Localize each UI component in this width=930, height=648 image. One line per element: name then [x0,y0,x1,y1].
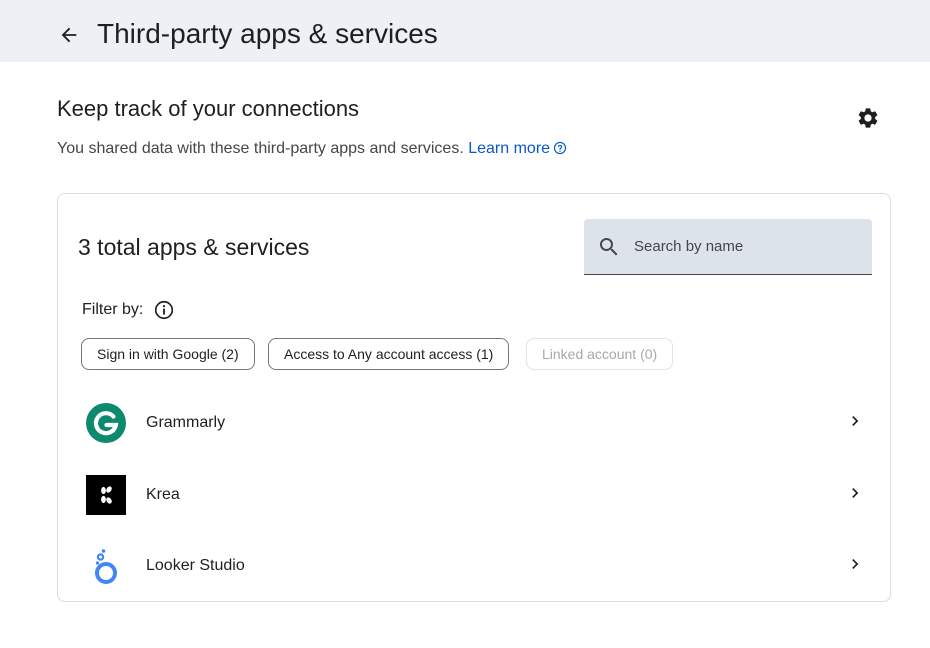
page-header: Third-party apps & services [0,0,930,62]
help-icon [553,141,567,155]
info-icon [154,300,174,320]
filter-label: Filter by: [82,301,144,318]
chevron-right-icon [852,559,859,569]
arrow-back-icon [61,27,77,43]
search-input[interactable] [634,219,864,273]
section-heading: Keep track of your connections [57,96,360,121]
gear-icon [858,108,878,128]
grammarly-logo [86,403,126,443]
back-button[interactable] [54,20,84,50]
filter-chip-sign-in-with-google[interactable]: Sign in with Google (2) [81,338,255,370]
filter-info-button[interactable] [153,299,175,321]
apps-count-title: 3 total apps & services [78,234,310,260]
search-box[interactable] [584,219,872,275]
looker-studio-logo [95,549,117,584]
app-row-krea[interactable]: Krea [58,462,890,528]
app-name: Looker Studio [146,557,245,574]
app-name: Grammarly [146,414,226,431]
app-name: Krea [146,486,180,503]
learn-more-label: Learn more [468,140,551,157]
settings-button[interactable] [854,104,882,132]
chevron-right-icon [852,488,859,498]
section-description: You shared data with these third-party a… [57,139,567,159]
krea-logo [86,475,126,515]
filter-chip-any-account-access[interactable]: Access to Any account access (1) [268,338,510,370]
page-title: Third-party apps & services [97,18,438,49]
description-text: You shared data with these third-party a… [57,140,464,157]
app-row-grammarly[interactable]: Grammarly [58,390,890,456]
learn-more-link[interactable]: Learn more [468,140,567,157]
filter-chip-linked-account: Linked account (0) [526,338,674,370]
search-icon [600,238,618,256]
app-row-looker-studio[interactable]: Looker Studio [58,533,890,599]
apps-card: 3 total apps & services Filter by: Sign … [57,193,891,602]
chevron-right-icon [852,416,859,426]
